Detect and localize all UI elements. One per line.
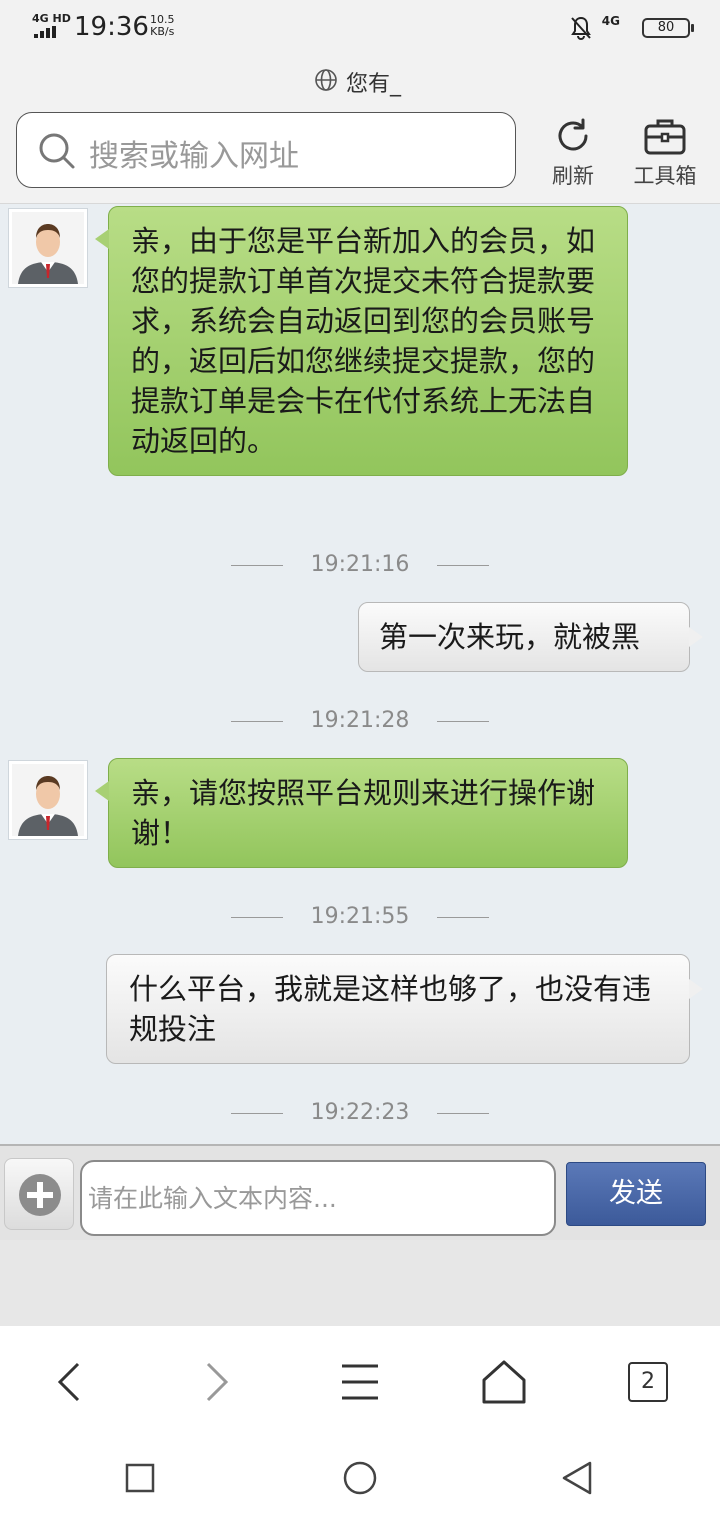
clock: 19:36 bbox=[74, 12, 149, 42]
message-text: 第一次来玩，就被黑 bbox=[379, 620, 641, 654]
toolbox-icon bbox=[644, 119, 686, 155]
message-bubble-outgoing: 什么平台，我就是这样也够了，也没有违规投注 bbox=[106, 954, 703, 1064]
add-attachment-button[interactable] bbox=[4, 1158, 74, 1230]
message-timestamp: 19:21:16 bbox=[0, 552, 720, 582]
back-triangle-icon[interactable] bbox=[556, 1456, 600, 1500]
message-timestamp: 19:21:55 bbox=[0, 904, 720, 934]
network-type: 4G HD bbox=[32, 12, 71, 25]
agent-avatar bbox=[8, 208, 88, 288]
message-input[interactable] bbox=[80, 1160, 556, 1236]
network-type-right: 4G bbox=[601, 14, 620, 28]
page-title-bar[interactable]: 您有_ bbox=[0, 56, 720, 104]
refresh-label: 刷新 bbox=[552, 164, 594, 188]
chat-area[interactable]: 亲，由于您是平台新加入的会员，如您的提款订单首次提交未符合提款要求，系统会自动返… bbox=[0, 204, 720, 1144]
message-text: 什么平台，我就是这样也够了，也没有违规投注 bbox=[129, 972, 652, 1046]
send-button[interactable]: 发送 bbox=[566, 1162, 706, 1226]
page-title: 您有_ bbox=[346, 72, 402, 97]
back-arrow-icon[interactable] bbox=[40, 1352, 100, 1412]
globe-icon bbox=[315, 69, 337, 91]
agent-avatar bbox=[8, 760, 88, 840]
plus-icon bbox=[19, 1174, 61, 1216]
refresh-icon bbox=[558, 118, 588, 151]
message-bubble-incoming: 亲，由于您是平台新加入的会员，如您的提款订单首次提交未符合提款要求，系统会自动返… bbox=[95, 206, 628, 476]
agent-avatar-icon bbox=[12, 764, 84, 836]
message-bubble-outgoing: 第一次来玩，就被黑 bbox=[358, 602, 703, 672]
signal-icon bbox=[34, 26, 58, 38]
tabs-button[interactable]: 2 bbox=[618, 1352, 678, 1412]
address-placeholder: 搜索或输入网址 bbox=[89, 139, 299, 174]
toolbox-button[interactable]: 工具箱 bbox=[620, 110, 710, 196]
home-icon[interactable] bbox=[474, 1352, 534, 1412]
system-nav-bar bbox=[0, 1436, 720, 1520]
recent-apps-icon[interactable] bbox=[118, 1456, 162, 1500]
address-bar[interactable]: 搜索或输入网址 bbox=[16, 112, 516, 188]
battery-icon: 80 bbox=[642, 18, 694, 38]
network-speed-unit: KB/s bbox=[150, 25, 175, 38]
home-circle-icon[interactable] bbox=[338, 1456, 382, 1500]
message-timestamp: 19:22:23 bbox=[0, 1100, 720, 1130]
browser-nav-bar: 2 bbox=[0, 1326, 720, 1436]
notification-off-icon bbox=[571, 16, 591, 40]
refresh-button[interactable]: 刷新 bbox=[528, 110, 618, 196]
search-icon bbox=[39, 133, 75, 169]
message-bubble-incoming: 亲，请您按照平台规则来进行操作谢谢！ bbox=[95, 758, 628, 868]
status-right: 4G 80 bbox=[560, 14, 694, 42]
agent-avatar-icon bbox=[12, 212, 84, 284]
message-text: 亲，请您按照平台规则来进行操作谢谢！ bbox=[131, 776, 596, 850]
page-bottom-area bbox=[0, 1240, 720, 1326]
menu-icon[interactable] bbox=[330, 1352, 390, 1412]
network-speed: 10.5 KB/s bbox=[150, 14, 175, 38]
tab-count: 2 bbox=[628, 1362, 668, 1402]
forward-arrow-icon[interactable] bbox=[186, 1352, 246, 1412]
toolbox-label: 工具箱 bbox=[633, 164, 697, 188]
message-composer: 发送 bbox=[0, 1144, 720, 1240]
message-text: 亲，由于您是平台新加入的会员，如您的提款订单首次提交未符合提款要求，系统会自动返… bbox=[131, 224, 596, 458]
status-bar: 4G HD 19:36 10.5 KB/s 4G 80 bbox=[0, 0, 720, 56]
browser-toolbar: 搜索或输入网址 刷新 工具箱 bbox=[0, 104, 720, 204]
message-timestamp: 19:21:28 bbox=[0, 708, 720, 738]
